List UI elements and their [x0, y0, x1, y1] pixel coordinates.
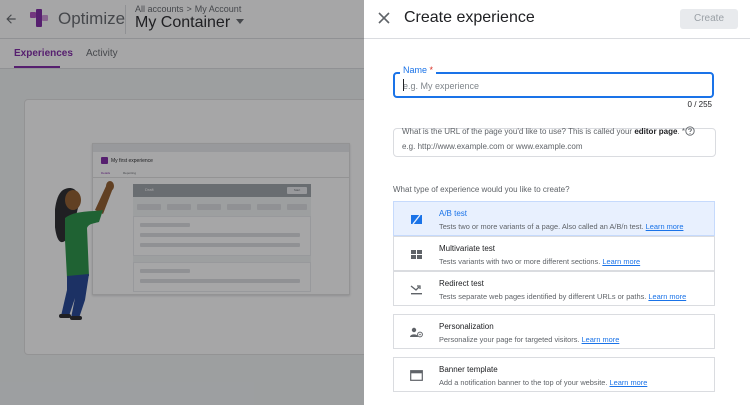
name-label: Name * [400, 65, 437, 75]
modal-scrim[interactable] [0, 0, 364, 405]
url-label: What is the URL of the page you'd like t… [402, 127, 685, 136]
learn-more-link[interactable]: Learn more [582, 335, 620, 344]
name-label-text: Name [403, 65, 428, 75]
experience-type-question: What type of experience would you like t… [393, 185, 570, 194]
create-button[interactable]: Create [680, 9, 738, 29]
redirect-icon [410, 285, 422, 295]
option-desc-text: Add a notification banner to the top of … [439, 378, 608, 387]
panel-header: Create experience Create [364, 0, 750, 39]
create-experience-panel: Create experience Create Name * 0 / 255 … [364, 0, 750, 405]
personalization-icon [410, 327, 423, 338]
option-ab-test[interactable]: A/B test Tests two or more variants of a… [393, 201, 715, 236]
option-description: Personalize your page for targeted visit… [439, 335, 619, 344]
name-input[interactable] [403, 79, 703, 92]
text-cursor [403, 79, 404, 91]
editor-page-url-input[interactable] [402, 140, 702, 152]
learn-more-link[interactable]: Learn more [602, 257, 640, 266]
required-mark: * [429, 65, 434, 75]
character-counter: 0 / 255 [687, 100, 712, 109]
help-circle-icon[interactable] [685, 126, 695, 136]
url-label-suffix: . * [677, 127, 686, 136]
option-title: A/B test [439, 209, 468, 218]
url-label-prefix: What is the URL of the page you'd like t… [402, 127, 635, 136]
panel-title: Create experience [404, 9, 535, 26]
option-title: Banner template [439, 365, 498, 374]
name-field[interactable] [393, 72, 714, 98]
option-title: Redirect test [439, 279, 484, 288]
banner-icon [410, 370, 423, 381]
learn-more-link[interactable]: Learn more [610, 378, 648, 387]
option-desc-text: Tests separate web pages identified by d… [439, 292, 647, 301]
learn-more-link[interactable]: Learn more [646, 222, 684, 231]
option-description: Tests separate web pages identified by d… [439, 292, 686, 301]
option-personalization[interactable]: Personalization Personalize your page fo… [393, 314, 715, 349]
option-description: Tests variants with two or more differen… [439, 257, 640, 266]
option-description: Tests two or more variants of a page. Al… [439, 222, 683, 231]
ab-test-icon [411, 214, 422, 225]
close-icon[interactable] [377, 11, 391, 25]
option-desc-text: Tests two or more variants of a page. Al… [439, 222, 644, 231]
option-title: Personalization [439, 322, 494, 331]
option-banner-template[interactable]: Banner template Add a notification banne… [393, 357, 715, 392]
option-title: Multivariate test [439, 244, 496, 253]
multivariate-icon [411, 250, 422, 259]
option-multivariate-test[interactable]: Multivariate test Tests variants with tw… [393, 236, 715, 271]
option-desc-text: Personalize your page for targeted visit… [439, 335, 580, 344]
learn-more-link[interactable]: Learn more [648, 292, 686, 301]
url-label-bold: editor page [634, 127, 678, 136]
option-description: Add a notification banner to the top of … [439, 378, 647, 387]
option-redirect-test[interactable]: Redirect test Tests separate web pages i… [393, 271, 715, 306]
option-desc-text: Tests variants with two or more differen… [439, 257, 601, 266]
